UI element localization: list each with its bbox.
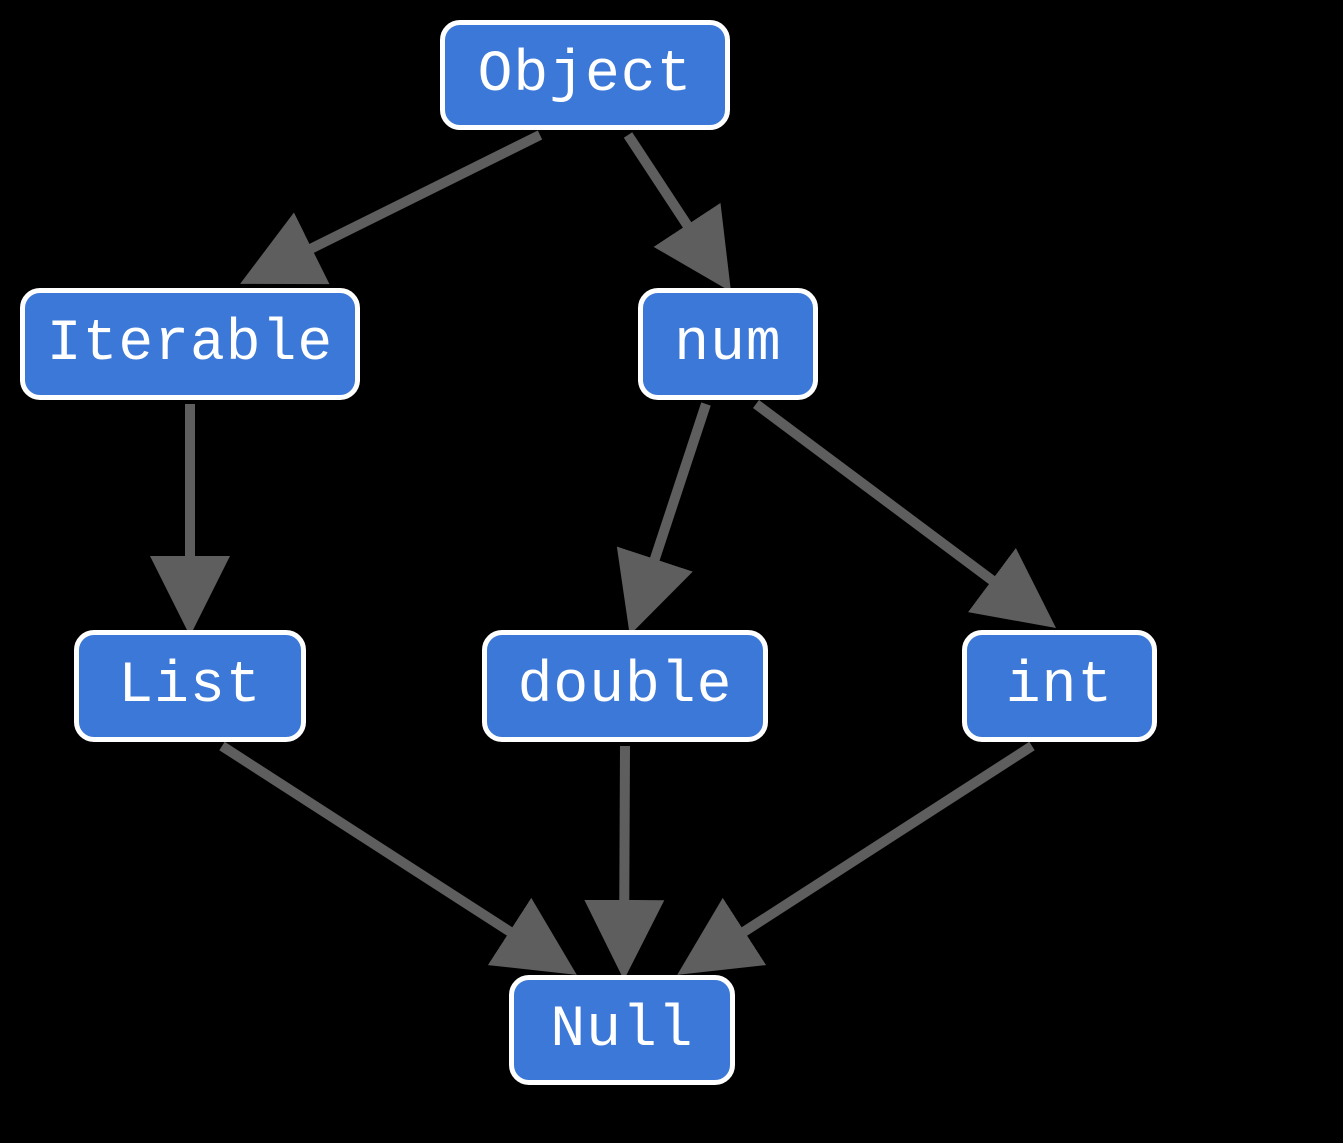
arrows-layer (0, 0, 1343, 1143)
node-num-label: num (674, 312, 781, 377)
node-iterable: Iterable (20, 288, 360, 400)
node-int-label: int (1006, 654, 1113, 719)
node-iterable-label: Iterable (47, 312, 333, 377)
node-list-label: List (118, 654, 261, 719)
edge-int-null (694, 746, 1032, 964)
node-object: Object (440, 20, 730, 130)
node-null: Null (509, 975, 735, 1085)
node-int: int (962, 630, 1157, 742)
node-list: List (74, 630, 306, 742)
edge-num-double (636, 404, 706, 616)
edge-num-int (756, 404, 1040, 616)
node-object-label: Object (478, 43, 693, 108)
edge-object-iterable (258, 135, 540, 275)
edge-object-num (628, 135, 720, 275)
edge-double-null (624, 746, 625, 960)
node-null-label: Null (550, 998, 693, 1063)
node-num: num (638, 288, 818, 400)
node-double: double (482, 630, 768, 742)
edge-list-null (222, 746, 560, 964)
node-double-label: double (518, 654, 733, 719)
